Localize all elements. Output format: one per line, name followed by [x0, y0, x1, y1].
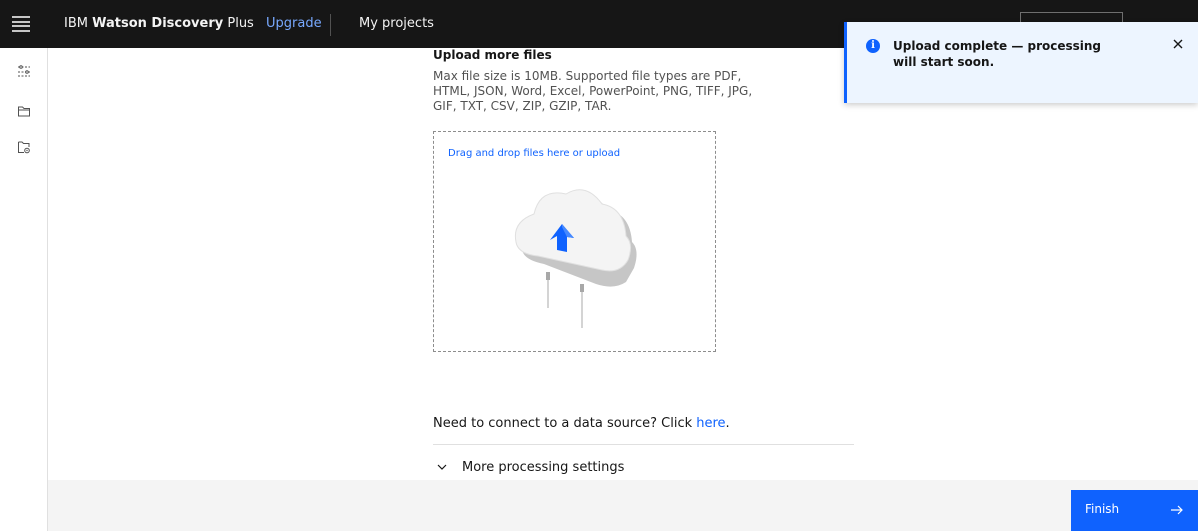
arrow-right-icon — [1171, 505, 1183, 515]
finish-button[interactable]: Finish — [1071, 490, 1198, 531]
brand-prefix: IBM — [64, 16, 93, 31]
file-dropzone[interactable]: Drag and drop files here or upload — [433, 131, 716, 352]
discovery-page: IBM Watson Discovery Plus Upgrade My pro… — [0, 0, 1198, 531]
brand-suffix: Plus — [223, 16, 254, 31]
accordion-label: More processing settings — [462, 459, 625, 475]
more-processing-settings-toggle[interactable]: More processing settings — [433, 456, 624, 478]
hamburger-menu-icon[interactable] — [12, 16, 30, 32]
connect-prefix: Need to connect to a data source? Click — [433, 416, 697, 431]
footer-bar — [48, 480, 1198, 531]
brand-bold: Watson Discovery — [92, 16, 224, 31]
settings-sliders-icon[interactable] — [17, 64, 31, 78]
folder-icon[interactable] — [17, 104, 31, 118]
dropzone-upload-link[interactable]: Drag and drop files here or upload — [448, 148, 620, 159]
finish-label: Finish — [1085, 502, 1120, 516]
cloud-upload-illustration — [514, 189, 637, 328]
product-name[interactable]: IBM Watson Discovery Plus — [64, 0, 254, 48]
main-content: Upload more files Max file size is 10MB.… — [48, 48, 1198, 480]
upload-description: Max file size is 10MB. Supported file ty… — [433, 69, 753, 113]
my-projects-link[interactable]: My projects — [359, 0, 434, 48]
info-icon — [866, 39, 880, 53]
close-icon[interactable] — [1170, 36, 1186, 52]
side-rail — [0, 48, 48, 531]
upload-complete-toast: Upload complete — processing will start … — [844, 22, 1198, 103]
data-source-prompt: Need to connect to a data source? Click … — [433, 416, 730, 431]
upload-title: Upload more files — [433, 48, 552, 62]
header-divider — [330, 14, 331, 36]
connect-here-link[interactable]: here — [696, 416, 725, 431]
connect-suffix: . — [725, 416, 730, 431]
toast-message: Upload complete — processing will start … — [893, 39, 1102, 69]
chevron-down-icon — [437, 464, 447, 470]
divider — [433, 444, 854, 445]
upgrade-link[interactable]: Upgrade — [266, 0, 322, 48]
folder-settings-icon[interactable] — [17, 140, 31, 154]
